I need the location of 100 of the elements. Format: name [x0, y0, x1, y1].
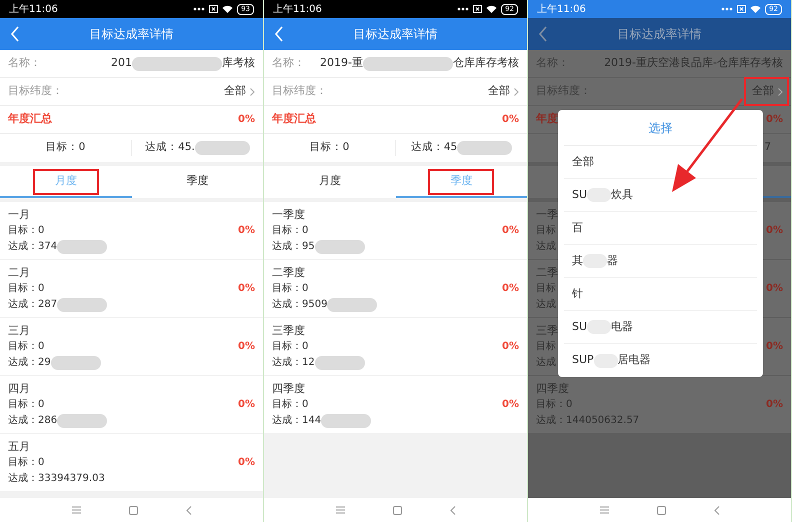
period-tab[interactable]: 季度 [132, 166, 263, 198]
summary-title: 年度汇总 [272, 111, 316, 128]
item-title: 三月 [8, 322, 31, 338]
wifi-icon [750, 5, 762, 13]
status-time: 上午11:06 [273, 2, 322, 16]
percent-value: 0% [502, 398, 519, 412]
item-achieved: 达成：287 [8, 298, 58, 312]
menu-icon[interactable] [600, 506, 608, 514]
target-total: 目标：0 [44, 140, 86, 156]
sim-icon [473, 5, 482, 13]
page-title: 目标达成率详情 [352, 26, 438, 43]
field-label: 名称： [8, 55, 41, 72]
item-achieved: 达成 [536, 356, 556, 370]
summary-title: 年度 [536, 111, 558, 128]
more-icon [193, 7, 206, 11]
item-target: 目标：0 [8, 282, 46, 296]
achieved-total: 达成：45. [145, 140, 195, 156]
achieved-total: 7 [764, 140, 771, 156]
field-label: 目标纬度： [8, 83, 63, 100]
percent-value: 0% [502, 224, 519, 238]
status-time: 上午11:06 [9, 2, 58, 16]
item-target: 目标：0 [272, 224, 310, 238]
summary-title: 年度汇总 [8, 111, 52, 128]
list-item[interactable]: 三季度 目标：0 达成：12 0% [264, 318, 527, 375]
item-target: 目标：0 [8, 224, 46, 238]
percent-value: 0% [502, 340, 519, 354]
item-title: 一季度 [272, 206, 306, 222]
field-value: 仓库库存考核 [453, 55, 519, 72]
list-item[interactable]: 一月 目标：0 达成：374 0% [0, 202, 263, 259]
back-icon [10, 26, 20, 42]
dimension-selector[interactable]: 全部 [224, 83, 255, 100]
item-achieved: 达成：33394379.03 [8, 472, 105, 486]
list-item[interactable]: 四月 目标：0 达成：286 0% [0, 376, 263, 433]
item-target: 目标：0 [272, 340, 310, 354]
status-time: 上午11:06 [537, 2, 586, 16]
item-achieved: 达成：144050632.57 [536, 414, 640, 428]
field-label: 名称： [272, 55, 305, 72]
more-icon [457, 7, 470, 11]
home-icon[interactable] [656, 506, 666, 514]
item-achieved: 达成：12 [272, 356, 315, 370]
target-total: 目标：0 [308, 140, 350, 156]
item-achieved: 达成：29 [8, 356, 51, 370]
menu-icon[interactable] [336, 506, 344, 514]
item-achieved: 达成：95 [272, 240, 315, 254]
dimension-selector[interactable]: 全部 [488, 83, 519, 100]
home-icon[interactable] [392, 506, 402, 514]
list-item[interactable]: 三月 目标：0 达成：29 0% [0, 318, 263, 375]
item-achieved: 达成：144 [272, 414, 322, 428]
item-title: 四季度 [272, 380, 306, 396]
list-item[interactable]: 二月 目标：0 达成：287 0% [0, 260, 263, 317]
wifi-icon [486, 5, 498, 13]
item-title: 三季度 [272, 322, 306, 338]
item-title: 一季 [536, 206, 558, 222]
back-icon [274, 26, 284, 42]
field-value: 2019-重 [320, 55, 363, 72]
percent-value: 0% [766, 224, 783, 238]
item-achieved: 达成 [536, 298, 556, 312]
percent-value: 0% [766, 282, 783, 296]
item-title: 四月 [8, 380, 31, 396]
item-target: 目标：0 [536, 398, 574, 412]
item-achieved: 达成 [536, 240, 556, 254]
item-target: 目标：0 [8, 340, 46, 354]
home-icon[interactable] [128, 506, 138, 514]
chevron-right-icon [250, 88, 255, 96]
list-item[interactable]: 一季度 目标：0 达成：95 0% [264, 202, 527, 259]
back-icon[interactable] [450, 506, 456, 514]
sim-icon [737, 5, 746, 13]
menu-icon[interactable] [72, 506, 80, 514]
back-icon[interactable] [714, 506, 720, 514]
percent-value: 0% [766, 113, 783, 127]
back-icon[interactable] [186, 506, 192, 514]
item-title: 三季 [536, 322, 558, 338]
item-target: 目标 [536, 224, 557, 238]
item-title: 二季 [536, 264, 558, 280]
percent-value: 0% [238, 113, 255, 127]
percent-value: 0% [238, 224, 255, 238]
item-achieved: 达成：374 [8, 240, 58, 254]
item-title: 五月 [8, 438, 31, 454]
percent-value: 0% [238, 340, 255, 354]
wifi-icon [222, 5, 234, 13]
percent-value: 0% [238, 398, 255, 412]
item-title: 一月 [8, 206, 31, 222]
item-target: 目标：0 [272, 282, 310, 296]
item-target: 目标：0 [8, 398, 46, 412]
sim-icon [209, 5, 218, 13]
list-item[interactable]: 五月 目标：0 达成：33394379.03 0% [0, 434, 263, 491]
field-value: 2019-重庆空港良品库-仓库库存考核 [604, 55, 783, 72]
item-target: 目标 [536, 282, 557, 296]
percent-value: 0% [766, 340, 783, 354]
field-value: 201 [111, 55, 132, 72]
percent-value: 0% [766, 398, 783, 412]
period-tab[interactable]: 月度 [264, 166, 396, 198]
percent-value: 0% [502, 282, 519, 296]
percent-value: 0% [502, 113, 519, 127]
chevron-right-icon [778, 88, 783, 96]
item-target: 目标：0 [272, 398, 310, 412]
list-item[interactable]: 二季度 目标：0 达成：9509 0% [264, 260, 527, 317]
list-item[interactable]: 四季度 目标：0 达成：144 0% [264, 376, 527, 433]
achieved-total: 达成：45 [410, 140, 458, 156]
item-achieved: 达成：286 [8, 414, 58, 428]
